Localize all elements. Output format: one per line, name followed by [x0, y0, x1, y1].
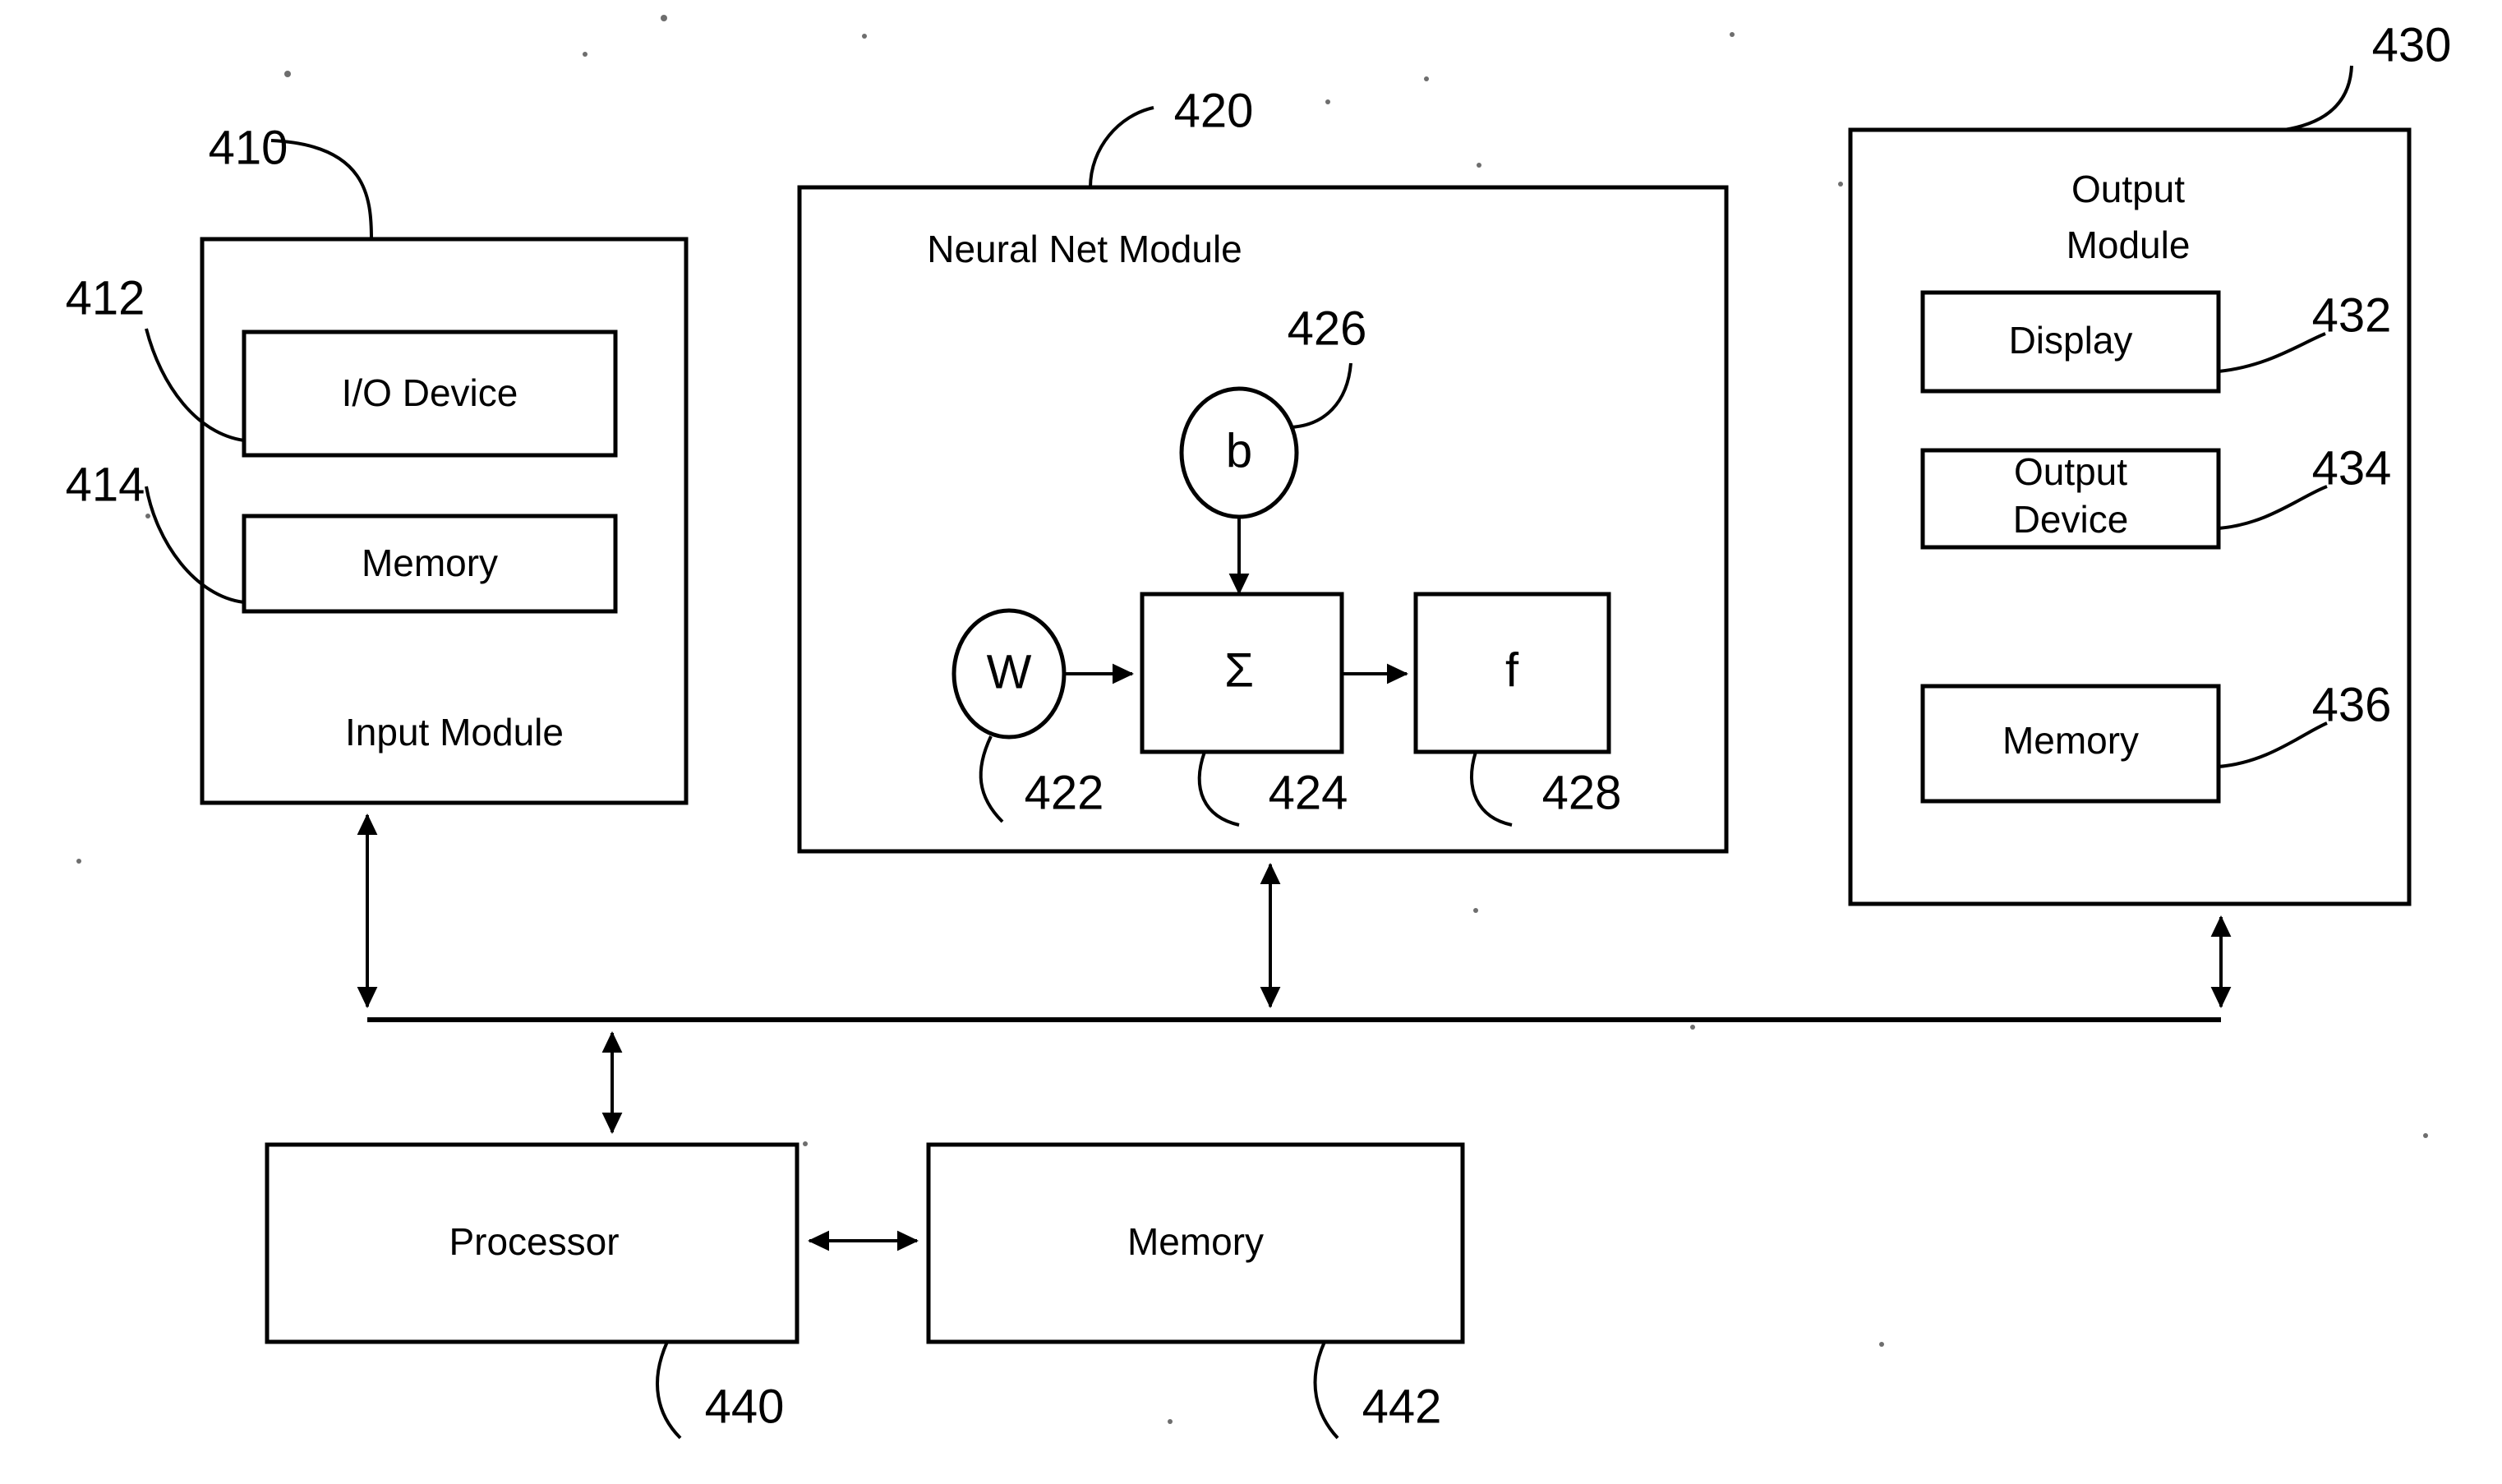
ref-number-424: 424: [1269, 766, 1348, 819]
ref-leader-420: [1089, 106, 1154, 188]
output-module[interactable]: 430 Output Module Display 432 Output Dev…: [1848, 18, 2452, 906]
ref-number-420: 420: [1174, 84, 1254, 137]
output-device-label-line2: Device: [2013, 498, 2129, 541]
ref-number-414: 414: [66, 458, 145, 511]
output-module-title-line1: Output: [2071, 168, 2185, 210]
figure-canvas: 410 I/O Device 412 Memory 414 Input Modu…: [0, 0, 2502, 1484]
input-memory-label: Memory: [362, 542, 498, 584]
ref-number-436: 436: [2312, 678, 2392, 731]
system-memory-label: Memory: [1127, 1220, 1264, 1263]
ref-number-434: 434: [2312, 441, 2392, 495]
ref-leader-430: [2283, 65, 2353, 131]
summation-label: Σ: [1224, 643, 1254, 697]
ref-number-440: 440: [705, 1380, 785, 1433]
input-module-title: Input Module: [345, 711, 564, 754]
processor-memory-row: Processor 440 Memory 442: [265, 1142, 1465, 1440]
ref-number-426: 426: [1288, 302, 1367, 355]
ref-number-442: 442: [1362, 1380, 1442, 1433]
patent-block-diagram: 410 I/O Device 412 Memory 414 Input Modu…: [66, 15, 2452, 1440]
display-label: Display: [2009, 319, 2133, 362]
ref-number-430: 430: [2372, 18, 2452, 71]
processor-label: Processor: [449, 1220, 619, 1263]
output-memory-label: Memory: [2002, 719, 2139, 762]
output-module-title-line2: Module: [2067, 224, 2191, 266]
ref-number-428: 428: [1542, 766, 1622, 819]
output-device-label-line1: Output: [2014, 450, 2127, 493]
weight-node-label: W: [987, 645, 1032, 698]
ref-leader-440: [656, 1341, 682, 1440]
io-device-label: I/O Device: [342, 371, 518, 414]
ref-number-410: 410: [209, 121, 288, 174]
neural-net-module-title: Neural Net Module: [927, 228, 1242, 270]
ref-number-432: 432: [2312, 288, 2392, 342]
ref-leader-442: [1313, 1341, 1339, 1440]
input-module[interactable]: 410 I/O Device 412 Memory 414 Input Modu…: [66, 121, 689, 805]
activation-label: f: [1505, 643, 1519, 697]
ref-number-422: 422: [1025, 766, 1104, 819]
ref-number-412: 412: [66, 271, 145, 325]
bias-node-label: b: [1226, 424, 1252, 477]
neural-net-module[interactable]: 420 Neural Net Module b 426 W 422 Σ 424: [797, 84, 1729, 854]
